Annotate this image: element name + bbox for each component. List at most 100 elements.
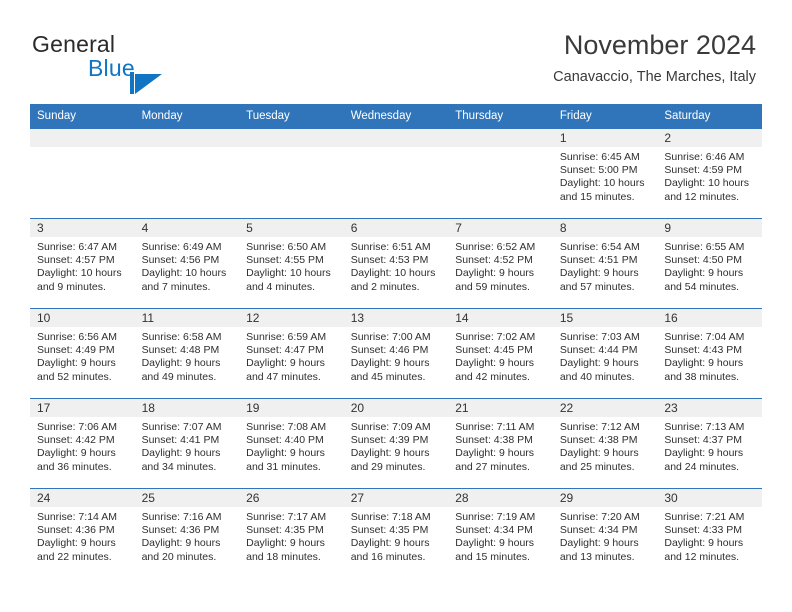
calendar-day-cell[interactable]: 7 Sunrise: 6:52 AM Sunset: 4:52 PM Daylight… <box>448 218 553 309</box>
day-number: 15 <box>552 309 658 327</box>
sunrise-text: Sunrise: 7:13 AM <box>664 421 745 433</box>
day-details: Sunrise: 6:51 AM Sunset: 4:53 PM Daylight:… <box>344 237 449 294</box>
day-number <box>343 129 449 147</box>
sunset-text: Sunset: 4:34 PM <box>455 524 533 537</box>
calendar-day-cell[interactable]: 12 Sunrise: 6:59 AM Sunset: 4:47 PM Dayligh… <box>239 308 344 399</box>
day-details: Sunrise: 7:19 AM Sunset: 4:34 PM Daylight:… <box>448 507 553 564</box>
sunrise-text: Sunrise: 7:09 AM <box>350 421 431 433</box>
sunrise-text: Sunrise: 6:54 AM <box>559 241 640 253</box>
calendar-day-cell[interactable]: 29 Sunrise: 7:20 AM Sunset: 4:34 PM Dayligh… <box>552 488 658 579</box>
calendar-week-row: 10 Sunrise: 6:56 AM Sunset: 4:49 PM Dayligh… <box>30 308 762 399</box>
sunset-text: Sunset: 4:48 PM <box>141 344 220 357</box>
weekday-header-friday: Friday <box>552 104 658 129</box>
daylight-text: Daylight: 9 hours and 36 minutes. <box>37 447 116 473</box>
calendar-day-cell[interactable]: 23 Sunrise: 7:13 AM Sunset: 4:37 PM Dayligh… <box>657 398 762 489</box>
sunrise-text: Sunrise: 6:51 AM <box>350 241 431 253</box>
day-details: Sunrise: 7:12 AM Sunset: 4:38 PM Daylight:… <box>553 417 658 474</box>
weekday-header-saturday: Saturday <box>657 104 762 129</box>
triangle-flag-icon <box>130 72 162 102</box>
day-number: 7 <box>448 219 553 237</box>
weekday-header-tuesday: Tuesday <box>239 104 344 129</box>
calendar-day-cell[interactable]: 20 Sunrise: 7:09 AM Sunset: 4:39 PM Dayligh… <box>343 398 449 489</box>
day-details: Sunrise: 6:49 AM Sunset: 4:56 PM Daylight:… <box>135 237 240 294</box>
calendar-day-cell[interactable]: 17 Sunrise: 7:06 AM Sunset: 4:42 PM Dayligh… <box>30 398 135 489</box>
calendar-day-cell[interactable]: 22 Sunrise: 7:12 AM Sunset: 4:38 PM Dayligh… <box>552 398 658 489</box>
daylight-text: Daylight: 9 hours and 12 minutes. <box>664 537 744 563</box>
calendar-day-cell[interactable]: 1 Sunrise: 6:45 AM Sunset: 5:00 PM Daylight… <box>552 128 658 219</box>
sunset-text: Sunset: 4:49 PM <box>37 344 115 357</box>
calendar-day-cell[interactable]: 25 Sunrise: 7:16 AM Sunset: 4:36 PM Dayligh… <box>134 488 240 579</box>
day-details: Sunrise: 6:55 AM Sunset: 4:50 PM Daylight:… <box>657 237 762 294</box>
day-number: 27 <box>343 489 449 507</box>
calendar-day-cell[interactable]: 30 Sunrise: 7:21 AM Sunset: 4:33 PM Dayligh… <box>657 488 762 579</box>
day-number: 19 <box>239 399 344 417</box>
sunrise-text: Sunrise: 6:59 AM <box>246 331 327 343</box>
day-number <box>30 129 135 147</box>
sunset-text: Sunset: 4:43 PM <box>664 344 743 357</box>
daylight-text: Daylight: 9 hours and 29 minutes. <box>350 447 430 473</box>
calendar-week-row: 24 Sunrise: 7:14 AM Sunset: 4:36 PM Dayligh… <box>30 488 762 579</box>
calendar-day-cell[interactable]: 4 Sunrise: 6:49 AM Sunset: 4:56 PM Daylight… <box>134 218 240 309</box>
sunset-text: Sunset: 5:00 PM <box>559 164 638 177</box>
sunrise-text: Sunrise: 7:00 AM <box>350 331 431 343</box>
sunrise-text: Sunrise: 7:02 AM <box>455 331 536 343</box>
daylight-text: Daylight: 9 hours and 18 minutes. <box>246 537 325 563</box>
calendar-day-cell[interactable]: 5 Sunrise: 6:50 AM Sunset: 4:55 PM Daylight… <box>239 218 344 309</box>
calendar-day-cell[interactable]: 24 Sunrise: 7:14 AM Sunset: 4:36 PM Dayligh… <box>30 488 135 579</box>
calendar-day-cell[interactable]: 28 Sunrise: 7:19 AM Sunset: 4:34 PM Dayligh… <box>448 488 553 579</box>
calendar-body: 1 Sunrise: 6:45 AM Sunset: 5:00 PM Daylight… <box>30 128 762 579</box>
calendar-day-cell[interactable]: 27 Sunrise: 7:18 AM Sunset: 4:35 PM Dayligh… <box>343 488 449 579</box>
daylight-text: Daylight: 9 hours and 40 minutes. <box>559 357 639 383</box>
sunset-text: Sunset: 4:34 PM <box>559 524 638 537</box>
day-details: Sunrise: 7:04 AM Sunset: 4:43 PM Daylight:… <box>657 327 762 384</box>
calendar-day-cell[interactable]: 10 Sunrise: 6:56 AM Sunset: 4:49 PM Dayligh… <box>30 308 135 399</box>
sunset-text: Sunset: 4:33 PM <box>664 524 743 537</box>
day-number: 8 <box>552 219 658 237</box>
calendar-day-cell[interactable]: 2 Sunrise: 6:46 AM Sunset: 4:59 PM Daylight… <box>657 128 762 219</box>
sunrise-text: Sunrise: 7:14 AM <box>37 511 117 523</box>
day-number: 1 <box>552 129 658 147</box>
calendar-day-cell[interactable]: 18 Sunrise: 7:07 AM Sunset: 4:41 PM Dayligh… <box>134 398 240 489</box>
day-details: Sunrise: 7:20 AM Sunset: 4:34 PM Daylight:… <box>553 507 658 564</box>
sunrise-text: Sunrise: 7:03 AM <box>559 331 640 343</box>
sunrise-text: Sunrise: 7:16 AM <box>141 511 222 523</box>
calendar-day-cell[interactable]: 3 Sunrise: 6:47 AM Sunset: 4:57 PM Daylight… <box>30 218 135 309</box>
calendar-day-cell[interactable]: 6 Sunrise: 6:51 AM Sunset: 4:53 PM Daylight… <box>343 218 449 309</box>
weekday-header-monday: Monday <box>134 104 240 129</box>
brand-logo[interactable]: General Blue <box>32 31 262 94</box>
daylight-text: Daylight: 9 hours and 38 minutes. <box>664 357 744 383</box>
calendar-day-cell[interactable]: 13 Sunrise: 7:00 AM Sunset: 4:46 PM Dayligh… <box>343 308 449 399</box>
calendar-day-cell-empty <box>343 128 449 219</box>
page-header: General Blue November 2024 Canavaccio, T… <box>0 0 792 100</box>
daylight-text: Daylight: 10 hours and 12 minutes. <box>664 177 750 203</box>
sunset-text: Sunset: 4:57 PM <box>37 254 115 267</box>
calendar-day-cell[interactable]: 19 Sunrise: 7:08 AM Sunset: 4:40 PM Dayligh… <box>239 398 344 489</box>
calendar-day-cell[interactable]: 14 Sunrise: 7:02 AM Sunset: 4:45 PM Dayligh… <box>448 308 553 399</box>
calendar-day-cell[interactable]: 11 Sunrise: 6:58 AM Sunset: 4:48 PM Dayligh… <box>134 308 240 399</box>
day-number: 25 <box>134 489 240 507</box>
weekday-header-thursday: Thursday <box>448 104 553 129</box>
sunset-text: Sunset: 4:36 PM <box>141 524 220 537</box>
day-details: Sunrise: 7:21 AM Sunset: 4:33 PM Daylight:… <box>657 507 762 564</box>
daylight-text: Daylight: 9 hours and 59 minutes. <box>455 267 535 293</box>
calendar-day-cell[interactable]: 8 Sunrise: 6:54 AM Sunset: 4:51 PM Daylight… <box>552 218 658 309</box>
day-number: 4 <box>134 219 240 237</box>
day-number: 29 <box>552 489 658 507</box>
daylight-text: Daylight: 10 hours and 7 minutes. <box>141 267 227 293</box>
day-details: Sunrise: 7:02 AM Sunset: 4:45 PM Daylight:… <box>448 327 553 384</box>
sunrise-text: Sunrise: 7:21 AM <box>664 511 745 523</box>
day-details: Sunrise: 6:45 AM Sunset: 5:00 PM Daylight:… <box>553 147 658 204</box>
calendar-day-cell[interactable]: 21 Sunrise: 7:11 AM Sunset: 4:38 PM Dayligh… <box>448 398 553 489</box>
calendar-day-cell[interactable]: 16 Sunrise: 7:04 AM Sunset: 4:43 PM Dayligh… <box>657 308 762 399</box>
sunrise-text: Sunrise: 6:47 AM <box>37 241 117 253</box>
calendar-day-cell[interactable]: 26 Sunrise: 7:17 AM Sunset: 4:35 PM Dayligh… <box>239 488 344 579</box>
sunset-text: Sunset: 4:38 PM <box>559 434 638 447</box>
calendar-day-cell[interactable]: 9 Sunrise: 6:55 AM Sunset: 4:50 PM Daylight… <box>657 218 762 309</box>
day-details: Sunrise: 6:46 AM Sunset: 4:59 PM Daylight:… <box>657 147 762 204</box>
sunrise-text: Sunrise: 7:08 AM <box>246 421 327 433</box>
calendar-day-cell[interactable]: 15 Sunrise: 7:03 AM Sunset: 4:44 PM Dayligh… <box>552 308 658 399</box>
day-number: 18 <box>134 399 240 417</box>
day-number: 14 <box>448 309 553 327</box>
daylight-text: Daylight: 9 hours and 15 minutes. <box>455 537 535 563</box>
day-details: Sunrise: 7:08 AM Sunset: 4:40 PM Daylight:… <box>239 417 344 474</box>
